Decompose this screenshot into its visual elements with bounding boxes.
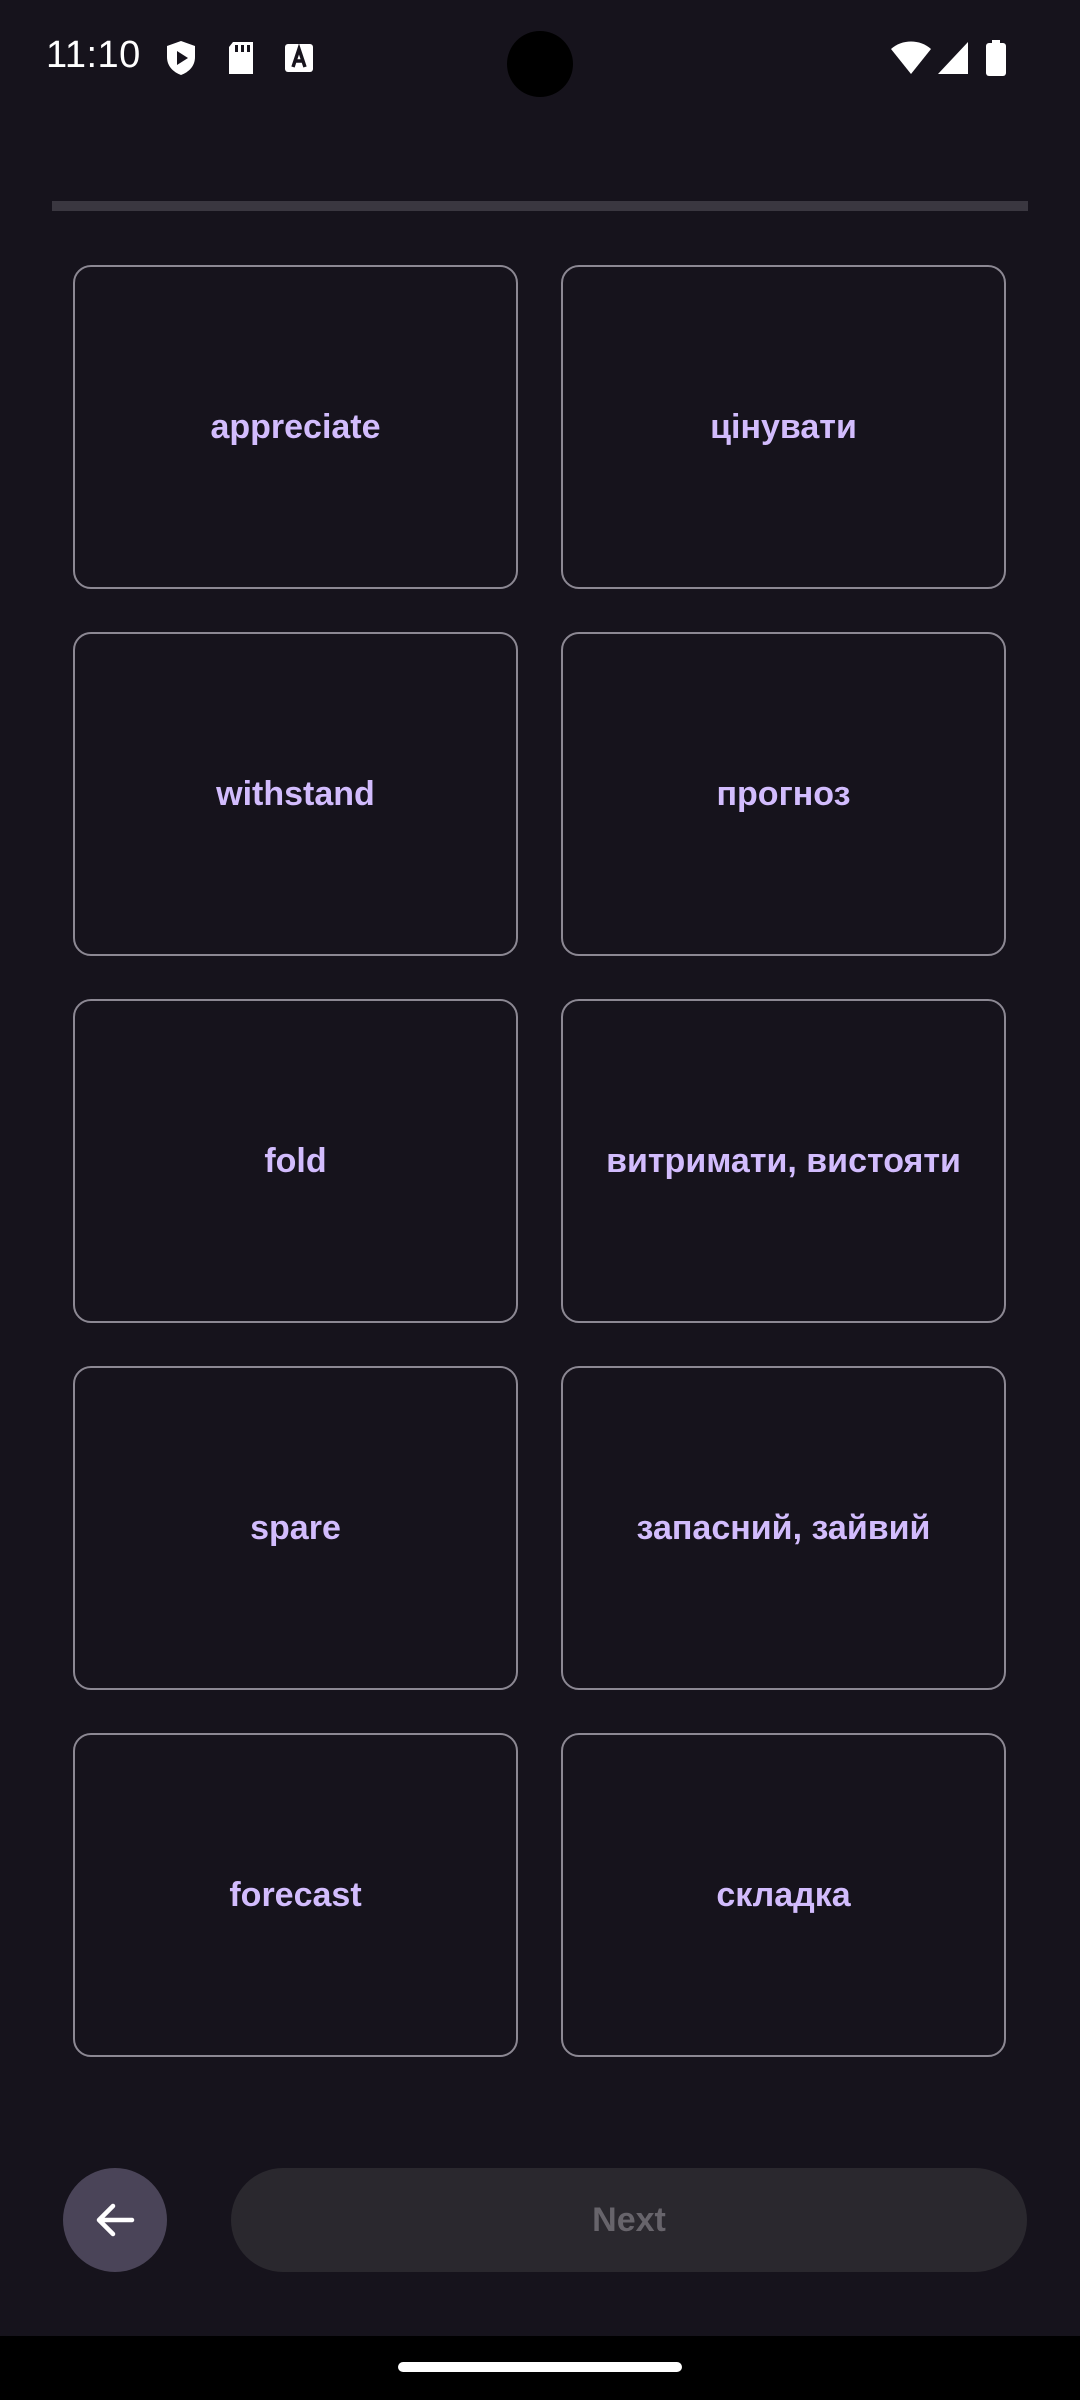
battery-icon bbox=[986, 40, 1006, 76]
word-card[interactable]: складка bbox=[561, 1733, 1006, 2057]
word-card[interactable]: запасний, зайвий bbox=[561, 1366, 1006, 1690]
progress-bar bbox=[52, 201, 1028, 211]
status-time: 11:10 bbox=[46, 34, 141, 76]
word-card-label: запасний, зайвий bbox=[636, 1509, 931, 1547]
shield-play-icon bbox=[167, 41, 195, 75]
arrow-left-icon bbox=[96, 2203, 135, 2237]
word-card[interactable]: прогноз bbox=[561, 632, 1006, 956]
camera-cutout bbox=[507, 31, 573, 97]
cell-signal-icon bbox=[938, 42, 968, 74]
status-bar: 11:10 bbox=[0, 0, 1080, 120]
word-card-label: цінувати bbox=[710, 408, 857, 446]
word-card[interactable]: forecast bbox=[73, 1733, 518, 2057]
font-a-icon bbox=[285, 43, 313, 72]
word-card[interactable]: fold bbox=[73, 999, 518, 1323]
word-card-label: withstand bbox=[216, 775, 375, 813]
wifi-icon bbox=[891, 41, 931, 74]
word-card-label: прогноз bbox=[716, 775, 851, 813]
match-words-screen: 11:10 appreciate цінувати withstand прог… bbox=[0, 0, 1080, 2400]
back-button[interactable] bbox=[63, 2168, 167, 2272]
word-card-label: складка bbox=[716, 1876, 851, 1914]
word-card[interactable]: витримати, вистояти bbox=[561, 999, 1006, 1323]
word-card-label: appreciate bbox=[210, 408, 381, 446]
word-card-label: витримати, вистояти bbox=[606, 1142, 961, 1180]
word-card-label: spare bbox=[250, 1509, 341, 1547]
word-card[interactable]: spare bbox=[73, 1366, 518, 1690]
word-card-label: fold bbox=[264, 1142, 327, 1180]
next-button[interactable]: Next bbox=[231, 2168, 1027, 2272]
home-indicator[interactable] bbox=[398, 2362, 682, 2372]
word-card[interactable]: withstand bbox=[73, 632, 518, 956]
word-card[interactable]: appreciate bbox=[73, 265, 518, 589]
word-card[interactable]: цінувати bbox=[561, 265, 1006, 589]
sd-card-icon bbox=[229, 42, 253, 74]
word-card-label: forecast bbox=[229, 1876, 362, 1914]
